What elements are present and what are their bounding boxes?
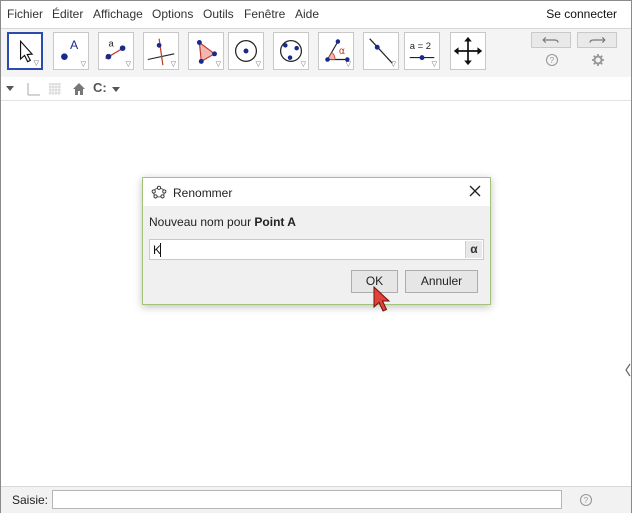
chevron-down-icon[interactable]: [111, 81, 121, 97]
undo-icon: [542, 36, 559, 44]
slider-label: a = 2: [410, 41, 431, 52]
command-input[interactable]: [52, 490, 562, 509]
menu-outils[interactable]: Outils: [203, 7, 234, 21]
input-help-icon[interactable]: ?: [579, 493, 593, 507]
grid-icon[interactable]: [47, 81, 63, 97]
polygon-tool-button[interactable]: ▽: [188, 32, 224, 70]
perpendicular-tool-button[interactable]: ▽: [143, 32, 179, 70]
tool-menu-arrow-icon: ▽: [80, 61, 86, 68]
tool-menu-arrow-icon: ▽: [431, 61, 437, 68]
style-bar: C:: [1, 78, 631, 101]
redo-icon: [589, 36, 606, 44]
toolbar: ▽ A ▽ a ▽ ▽ ▽ ▽ ▽ α ▽ ▽ a = 2 ▽ ?: [1, 29, 631, 77]
rename-prompt: Nouveau nom pour Point A: [149, 215, 296, 229]
menu-bar: Fichier Éditer Affichage Options Outils …: [1, 1, 631, 29]
svg-text:?: ?: [550, 56, 555, 65]
menu-options[interactable]: Options: [152, 7, 193, 21]
point-label: A: [70, 38, 79, 52]
new-name-input[interactable]: K α: [149, 239, 484, 260]
rename-object-name: Point A: [254, 215, 296, 229]
move-graphics-view-icon: [453, 36, 483, 66]
svg-text:?: ?: [584, 496, 589, 505]
tool-menu-arrow-icon: ▽: [255, 61, 261, 68]
angle-tool-button[interactable]: α ▽: [318, 32, 354, 70]
geogebra-logo-icon: [151, 185, 167, 199]
text-caret: [160, 243, 161, 257]
line-label: a: [108, 38, 114, 49]
redo-button[interactable]: [577, 32, 617, 48]
tool-menu-arrow-icon: ▽: [390, 61, 396, 68]
angle-label: α: [339, 46, 345, 57]
input-bar: Saisie: ?: [1, 486, 631, 513]
dialog-header: Renommer: [143, 178, 490, 206]
rename-dialog: Renommer Nouveau nom pour Point A K α OK…: [142, 177, 491, 305]
circle-tool-button[interactable]: ▽: [228, 32, 264, 70]
menu-affichage[interactable]: Affichage: [93, 7, 143, 21]
point-capturing-label[interactable]: C:: [93, 80, 107, 96]
style-bar-toggle-icon[interactable]: [5, 81, 15, 97]
tool-menu-arrow-icon: ▽: [345, 61, 351, 68]
close-icon[interactable]: [468, 184, 482, 198]
dialog-body: Nouveau nom pour Point A K α OK Annuler: [143, 206, 490, 304]
undo-button[interactable]: [531, 32, 571, 48]
tool-menu-arrow-icon: ▽: [300, 61, 306, 68]
home-icon[interactable]: [71, 81, 87, 97]
cancel-button[interactable]: Annuler: [405, 270, 478, 293]
tool-menu-arrow-icon: ▽: [125, 61, 131, 68]
circle-three-points-button[interactable]: ▽: [273, 32, 309, 70]
line-tool-button[interactable]: a ▽: [98, 32, 134, 70]
signin-link[interactable]: Se connecter: [546, 7, 617, 21]
reflect-tool-button[interactable]: ▽: [363, 32, 399, 70]
gear-icon[interactable]: [591, 53, 605, 67]
slider-tool-button[interactable]: a = 2 ▽: [404, 32, 440, 70]
tool-menu-arrow-icon: ▽: [33, 60, 39, 67]
move-tool-button[interactable]: ▽: [7, 32, 43, 70]
input-bar-label: Saisie:: [12, 493, 49, 507]
side-panel-toggle-icon[interactable]: [625, 363, 631, 377]
help-icon[interactable]: ?: [545, 53, 559, 67]
move-graphics-tool-button[interactable]: [450, 32, 486, 70]
tool-menu-arrow-icon: ▽: [170, 61, 176, 68]
menu-fichier[interactable]: Fichier: [7, 7, 43, 21]
symbol-keyboard-button[interactable]: α: [465, 241, 482, 258]
rename-prompt-text: Nouveau nom pour: [149, 215, 255, 229]
tool-menu-arrow-icon: ▽: [215, 61, 221, 68]
menu-aide[interactable]: Aide: [295, 7, 319, 21]
point-tool-button[interactable]: A ▽: [53, 32, 89, 70]
dialog-title: Renommer: [173, 186, 233, 200]
axes-icon[interactable]: [25, 81, 41, 97]
mouse-cursor-icon: [373, 286, 391, 312]
menu-fenetre[interactable]: Fenêtre: [244, 7, 285, 21]
menu-editer[interactable]: Éditer: [52, 7, 83, 21]
